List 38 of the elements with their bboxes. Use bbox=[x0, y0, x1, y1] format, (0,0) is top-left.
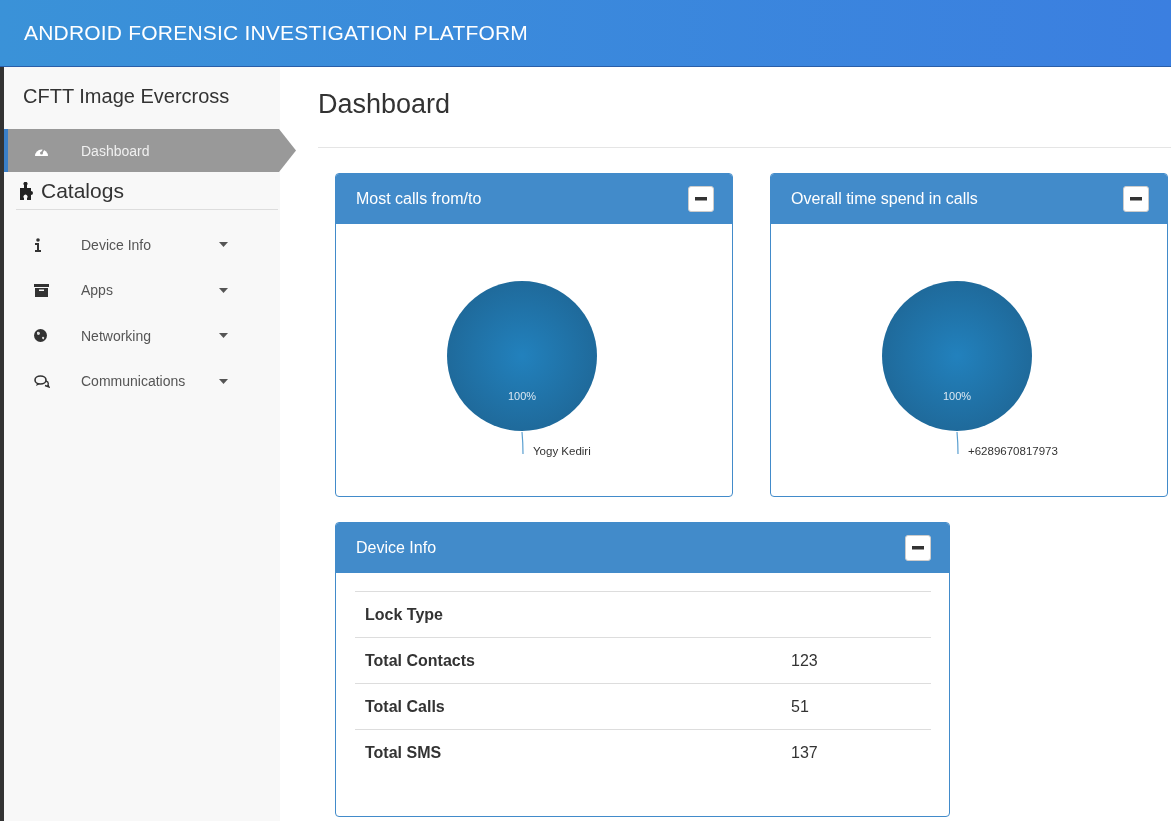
sidebar-item[interactable]: Communications bbox=[4, 358, 274, 404]
sidebar-title: CFTT Image Evercross bbox=[22, 84, 231, 109]
table-cell: Total SMS bbox=[355, 729, 781, 775]
section-heading: Catalogs bbox=[41, 178, 124, 203]
globe-icon bbox=[34, 329, 47, 343]
sidebar-item[interactable]: Networking bbox=[4, 313, 274, 359]
value-label: 100% bbox=[507, 390, 537, 402]
minus-icon bbox=[1130, 197, 1142, 201]
minimize-button[interactable] bbox=[1123, 186, 1149, 212]
caret-icon bbox=[219, 242, 228, 248]
minimize-button[interactable] bbox=[688, 186, 714, 212]
leader-line bbox=[956, 431, 959, 455]
sidebar-item[interactable]: Device Info bbox=[4, 222, 274, 268]
panel-title: Device Info bbox=[356, 539, 437, 557]
minimize-button[interactable] bbox=[905, 535, 931, 561]
panel-title: Overall time spend in calls bbox=[791, 190, 978, 208]
chat-icon bbox=[34, 374, 50, 388]
minus-icon bbox=[695, 197, 707, 201]
slice-label: Yogy Kediri bbox=[533, 445, 591, 457]
table-cell: 137 bbox=[781, 729, 931, 775]
minus-icon bbox=[912, 546, 924, 550]
sidebar-item[interactable]: Apps bbox=[4, 267, 274, 313]
info-icon bbox=[34, 237, 42, 252]
table-cell: Lock Type bbox=[355, 591, 781, 638]
app-title: ANDROID FORENSIC INVESTIGATION PLATFORM bbox=[24, 21, 529, 45]
page-title: Dashboard bbox=[318, 67, 1171, 148]
value-label: 100% bbox=[942, 390, 972, 402]
caret-icon bbox=[219, 333, 228, 339]
table-cell: Total Contacts bbox=[355, 637, 781, 684]
caret-icon bbox=[219, 378, 228, 384]
slice-label: +6289670817973 bbox=[968, 445, 1058, 457]
caret-icon bbox=[219, 287, 228, 293]
table-cell: 51 bbox=[781, 683, 931, 730]
table-cell: Total Calls bbox=[355, 683, 781, 730]
box-icon bbox=[34, 283, 49, 297]
panel-title: Most calls from/to bbox=[356, 190, 482, 208]
table-cell: 123 bbox=[781, 637, 931, 684]
leader-line bbox=[521, 431, 524, 455]
